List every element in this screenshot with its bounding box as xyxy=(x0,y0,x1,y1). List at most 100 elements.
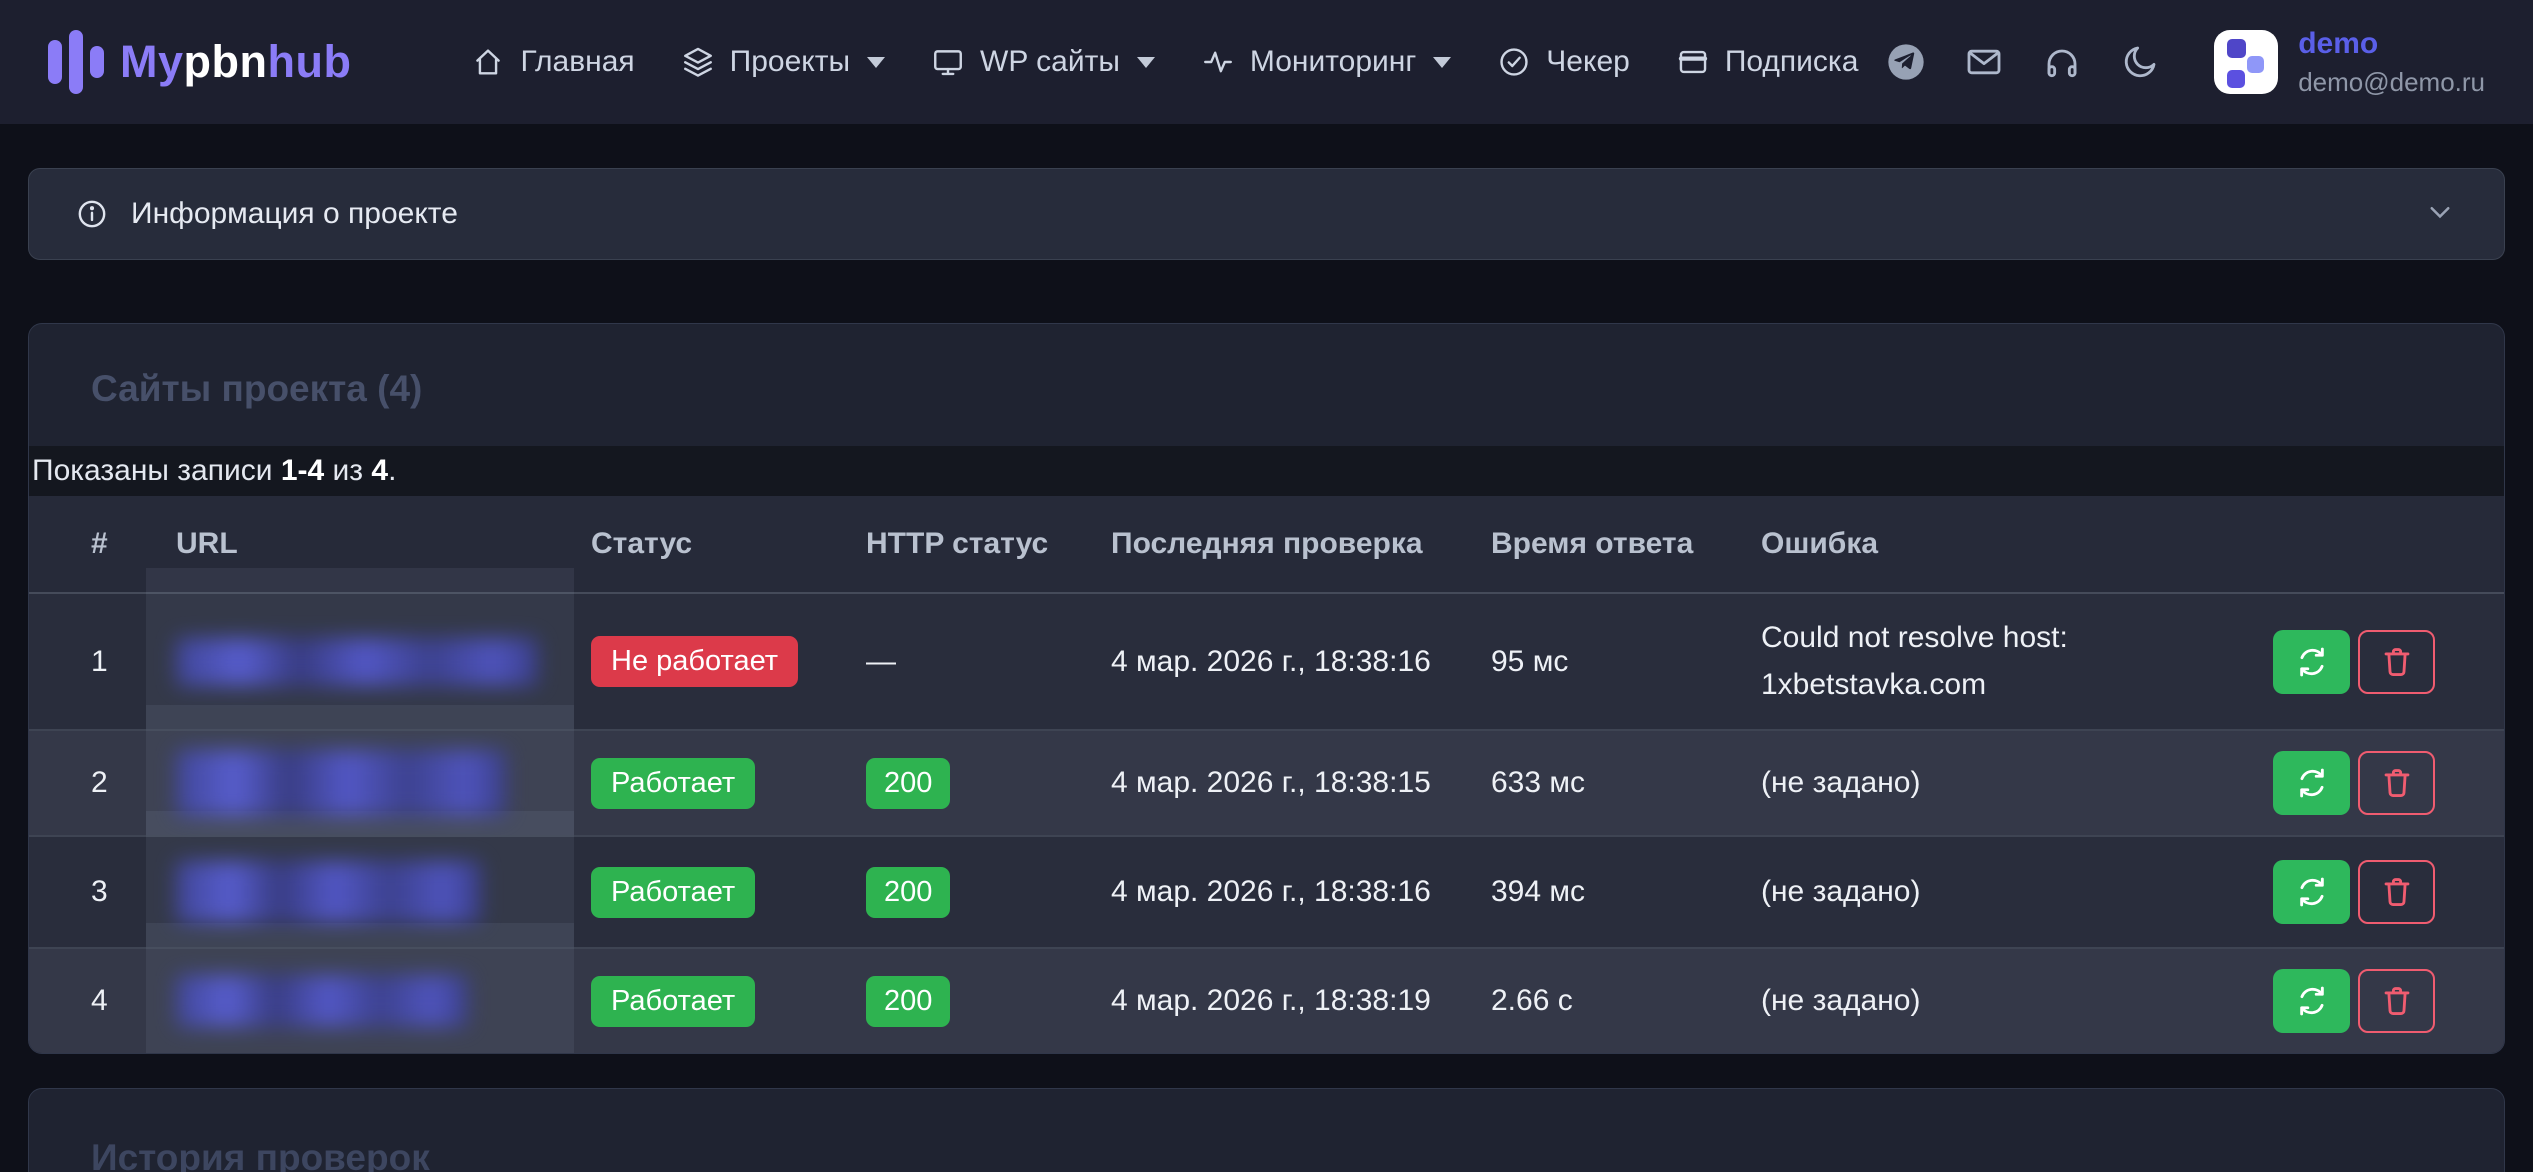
refresh-icon xyxy=(2294,644,2330,680)
delete-button[interactable] xyxy=(2358,969,2435,1033)
response-time-cell: 394 мс xyxy=(1491,875,1761,909)
col-header-http: HTTP статус xyxy=(866,527,1111,561)
row-actions xyxy=(2209,751,2504,815)
chevron-down-icon xyxy=(1433,57,1451,68)
recheck-button[interactable] xyxy=(2273,751,2350,815)
col-header-response-time: Время ответа xyxy=(1491,527,1761,561)
brand-logo[interactable]: Mypbnhub xyxy=(48,27,351,97)
redacted-url-link[interactable] xyxy=(176,975,468,1027)
nav-item-monitoring[interactable]: Мониторинг xyxy=(1201,45,1451,79)
http-status-badge: 200 xyxy=(866,976,950,1027)
nav-label: Проекты xyxy=(730,45,850,79)
status-badge: Работает xyxy=(591,976,755,1027)
nav-item-home[interactable]: Главная xyxy=(471,45,634,79)
table-row: 4 Работает 200 4 мар. 2026 г., 18:38:19 … xyxy=(29,947,2504,1053)
trash-icon xyxy=(2379,874,2415,910)
nav-label: Подписка xyxy=(1725,45,1859,79)
col-header-num: # xyxy=(29,527,176,561)
chevron-down-icon[interactable] xyxy=(2422,194,2458,235)
user-name[interactable]: demo xyxy=(2298,27,2485,61)
error-cell: (не задано) xyxy=(1761,760,2209,807)
col-header-status: Статус xyxy=(591,527,866,561)
project-sites-card: Сайты проекта (4) Показаны записи 1-4 из… xyxy=(28,323,2505,1054)
nav-label: Мониторинг xyxy=(1250,45,1416,79)
http-status-badge: 200 xyxy=(866,867,950,918)
row-actions xyxy=(2209,630,2504,694)
delete-button[interactable] xyxy=(2358,860,2435,924)
response-time-cell: 95 мс xyxy=(1491,645,1761,679)
user-menu[interactable]: demo demo@demo.ru xyxy=(2214,27,2485,98)
redacted-url-link[interactable] xyxy=(176,638,538,686)
project-info-accordion[interactable]: Информация о проекте xyxy=(28,168,2505,260)
check-circle-icon xyxy=(1497,45,1531,79)
last-check-cell: 4 мар. 2026 г., 18:38:16 xyxy=(1111,875,1491,909)
http-status-cell: 200 xyxy=(866,867,1111,918)
row-actions xyxy=(2209,860,2504,924)
card-title: История проверок xyxy=(29,1089,2504,1172)
status-cell: Работает xyxy=(591,976,866,1027)
trash-icon xyxy=(2379,765,2415,801)
activity-icon xyxy=(1201,45,1235,79)
http-status-cell: 200 xyxy=(866,758,1111,809)
http-status-cell: 200 xyxy=(866,976,1111,1027)
accordion-title: Информация о проекте xyxy=(131,197,458,231)
http-status-cell: — xyxy=(866,645,1111,679)
nav-label: Главная xyxy=(520,45,634,79)
delete-button[interactable] xyxy=(2358,630,2435,694)
status-cell: Не работает xyxy=(591,636,866,687)
check-history-card: История проверок xyxy=(28,1088,2505,1172)
main-navigation: Главная Проекты WP сайты Мониторинг Чеке… xyxy=(471,45,1858,79)
http-status-badge: 200 xyxy=(866,758,950,809)
page-content: Информация о проекте Сайты проекта (4) П… xyxy=(0,124,2533,1172)
home-icon xyxy=(471,45,505,79)
top-navbar: Mypbnhub Главная Проекты WP сайты Монито… xyxy=(0,0,2533,124)
error-cell: (не задано) xyxy=(1761,869,2209,916)
recheck-button[interactable] xyxy=(2273,630,2350,694)
card-title: Сайты проекта (4) xyxy=(29,324,2504,446)
response-time-cell: 633 мс xyxy=(1491,766,1761,800)
site-url-redacted xyxy=(176,949,591,1053)
status-badge: Работает xyxy=(591,758,755,809)
error-cell: Could not resolve host: 1xbetstavka.com xyxy=(1761,615,2209,708)
equalizer-bars-icon xyxy=(48,27,104,97)
records-summary: Показаны записи 1-4 из 4. xyxy=(29,446,2504,496)
headphones-icon[interactable] xyxy=(2042,42,2082,82)
nav-label: Чекер xyxy=(1546,45,1630,79)
layers-icon xyxy=(681,45,715,79)
error-cell: (не задано) xyxy=(1761,978,2209,1025)
accordion-header: Информация о проекте xyxy=(75,197,458,231)
status-cell: Работает xyxy=(591,758,866,809)
nav-item-checker[interactable]: Чекер xyxy=(1497,45,1630,79)
navbar-actions: demo demo@demo.ru xyxy=(1886,27,2485,98)
avatar xyxy=(2214,30,2278,94)
row-actions xyxy=(2209,969,2504,1033)
moon-icon[interactable] xyxy=(2120,42,2160,82)
response-time-cell: 2.66 с xyxy=(1491,984,1761,1018)
delete-button[interactable] xyxy=(2358,751,2435,815)
telegram-icon[interactable] xyxy=(1886,42,1926,82)
info-icon xyxy=(75,197,109,231)
credit-card-icon xyxy=(1676,45,1710,79)
refresh-icon xyxy=(2294,765,2330,801)
chevron-down-icon xyxy=(867,57,885,68)
nav-item-subscription[interactable]: Подписка xyxy=(1676,45,1859,79)
redacted-url-link[interactable] xyxy=(176,861,481,923)
last-check-cell: 4 мар. 2026 г., 18:38:16 xyxy=(1111,645,1491,679)
trash-icon xyxy=(2379,644,2415,680)
mail-icon[interactable] xyxy=(1964,42,2004,82)
status-cell: Работает xyxy=(591,867,866,918)
recheck-button[interactable] xyxy=(2273,860,2350,924)
refresh-icon xyxy=(2294,874,2330,910)
redacted-url-link[interactable] xyxy=(176,750,506,816)
user-meta: demo demo@demo.ru xyxy=(2298,27,2485,98)
nav-label: WP сайты xyxy=(980,45,1120,79)
recheck-button[interactable] xyxy=(2273,969,2350,1033)
status-badge: Не работает xyxy=(591,636,798,687)
brand-name: Mypbnhub xyxy=(120,36,351,88)
nav-item-wp-sites[interactable]: WP сайты xyxy=(931,45,1155,79)
trash-icon xyxy=(2379,983,2415,1019)
refresh-icon xyxy=(2294,983,2330,1019)
col-header-error: Ошибка xyxy=(1761,527,2209,561)
nav-item-projects[interactable]: Проекты xyxy=(681,45,885,79)
monitor-icon xyxy=(931,45,965,79)
